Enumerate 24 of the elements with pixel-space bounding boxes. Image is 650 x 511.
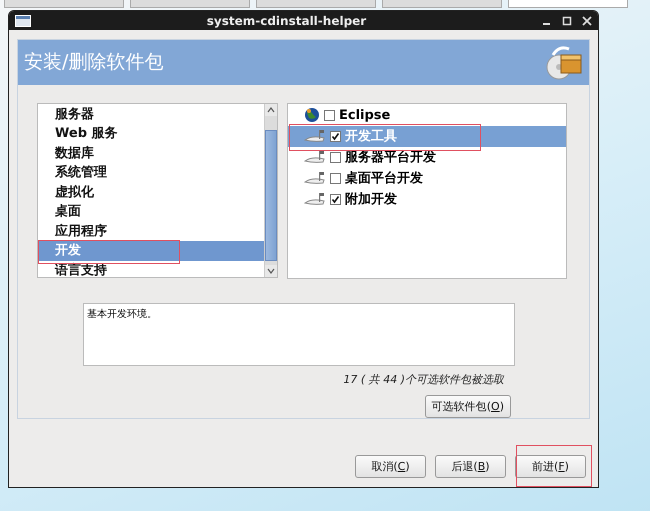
category-item[interactable]: 系统管理 [38,163,264,183]
group-label: 附加开发 [345,191,397,208]
package-group-row[interactable]: Eclipse [288,104,566,126]
group-label: Eclipse [339,108,390,123]
category-item[interactable]: 虚拟化 [38,182,264,202]
selection-count: 17 ( 共 44 )个可选软件包被选取 [342,372,504,387]
header-title: 安装/删除软件包 [24,50,164,76]
group-label: 服务器平台开发 [345,149,436,166]
window-title: system-cdinstall-helper [206,14,368,28]
package-group-row[interactable]: 服务器平台开发 [288,146,566,168]
category-item[interactable]: 桌面 [38,202,264,222]
group-label: 开发工具 [345,128,397,146]
category-item[interactable]: 数据库 [38,144,264,164]
group-label: 桌面平台开发 [345,170,423,188]
category-item[interactable]: 应用程序 [38,222,264,242]
dialog-button[interactable]: 前进(F) [515,455,586,478]
description-box: 基本开发环境。 [83,302,515,366]
category-item[interactable]: Web 服务 [38,124,264,144]
category-item[interactable]: 服务器 [38,104,264,124]
package-group-row[interactable]: 附加开发 [288,188,566,210]
dialog-button[interactable]: 后退(B) [435,455,506,478]
optional-packages-button[interactable]: 可选软件包(O) [424,395,511,418]
package-group-row[interactable]: 桌面平台开发 [288,168,566,189]
dialog-button[interactable]: 取消(C) [355,455,426,478]
